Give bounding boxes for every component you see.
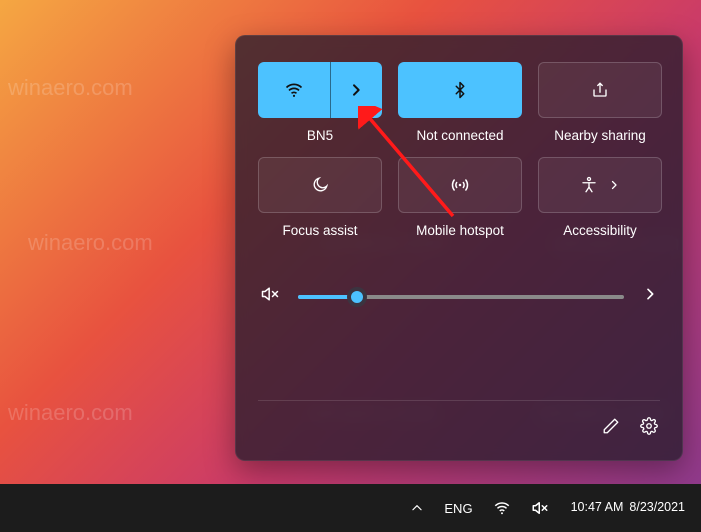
watermark: winaero.com — [8, 400, 133, 426]
tray-network-icon[interactable] — [485, 495, 519, 521]
focus-assist-tile[interactable] — [258, 157, 382, 213]
taskbar-date: 8/23/2021 — [629, 500, 685, 516]
volume-slider[interactable] — [298, 287, 624, 307]
share-icon — [591, 81, 609, 99]
wifi-icon — [284, 80, 304, 100]
volume-thumb[interactable] — [347, 287, 367, 307]
settings-button[interactable] — [638, 415, 660, 442]
volume-mute-icon[interactable] — [258, 282, 282, 311]
quick-settings-tiles: BN5 Not connected — [258, 62, 660, 238]
wifi-expand-button[interactable] — [330, 62, 382, 118]
volume-row — [258, 282, 660, 311]
edit-quick-settings-button[interactable] — [600, 415, 622, 442]
nearby-sharing-tile-label: Nearby sharing — [538, 128, 662, 143]
focus-assist-tile-label: Focus assist — [258, 223, 382, 238]
accessibility-icon — [580, 176, 598, 194]
taskbar: ENG 10:47 AM 8/23/2021 — [0, 484, 701, 532]
language-indicator[interactable]: ENG — [436, 497, 480, 520]
quick-settings-panel: BN5 Not connected — [235, 35, 683, 461]
moon-icon — [311, 176, 329, 194]
taskbar-time: 10:47 AM — [571, 500, 624, 516]
wifi-tile[interactable] — [258, 62, 382, 118]
chevron-right-icon — [608, 179, 620, 191]
wifi-toggle[interactable] — [258, 62, 330, 118]
taskbar-clock[interactable]: 10:47 AM 8/23/2021 — [561, 498, 695, 518]
quick-settings-footer — [258, 400, 660, 446]
watermark: winaero.com — [8, 75, 133, 101]
bluetooth-tile[interactable] — [398, 62, 522, 118]
bluetooth-icon — [451, 81, 469, 99]
mobile-hotspot-tile-label: Mobile hotspot — [398, 223, 522, 238]
chevron-right-icon — [348, 82, 364, 98]
accessibility-tile-label: Accessibility — [538, 223, 662, 238]
mobile-hotspot-tile[interactable] — [398, 157, 522, 213]
bluetooth-tile-label: Not connected — [398, 128, 522, 143]
nearby-sharing-tile[interactable] — [538, 62, 662, 118]
volume-output-expand[interactable] — [640, 284, 660, 309]
accessibility-tile[interactable] — [538, 157, 662, 213]
desktop-background: winaero.com winaero.com winaero.com wina… — [0, 0, 701, 532]
watermark: winaero.com — [28, 230, 153, 256]
wifi-tile-label: BN5 — [258, 128, 382, 143]
tray-overflow-button[interactable] — [402, 497, 432, 519]
tray-volume-icon[interactable] — [523, 495, 557, 521]
hotspot-icon — [450, 175, 470, 195]
